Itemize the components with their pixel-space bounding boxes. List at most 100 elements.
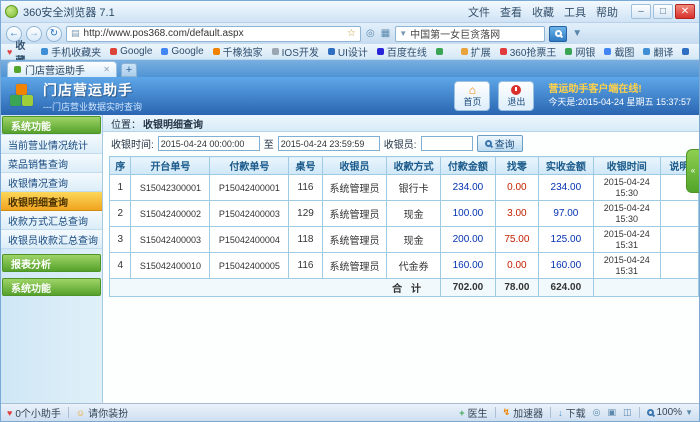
table-cell: S15042400002 [131, 201, 210, 227]
refresh-button[interactable]: ↻ [46, 26, 62, 42]
menu-item-0[interactable]: 文件 [468, 4, 490, 20]
menu-item-1[interactable]: 查看 [500, 4, 522, 20]
column-header: 开台单号 [131, 157, 210, 175]
more-menu-icon[interactable]: ▼ [571, 28, 583, 39]
sidebar-section-header-2[interactable]: 系统功能 [2, 278, 101, 296]
home-button[interactable]: ⌂ 首页 [454, 81, 490, 111]
status-bar: ♥0个小助手 ☺请你装扮 +医生 ↯加速器 ↓下载 ◎ ▣ ◫ 100% ▼ [1, 403, 699, 421]
sidebar-item[interactable]: 收银明细查询 [1, 192, 102, 211]
minimize-button[interactable]: – [631, 4, 651, 19]
tab-active[interactable]: 门店营运助手 ✕ [7, 61, 117, 77]
power-icon [511, 85, 521, 95]
search-engine-dropdown-icon[interactable]: ▼ [399, 29, 407, 38]
bookmark-item[interactable]: IOS开发 [272, 44, 319, 59]
bookmark-favicon-icon [500, 48, 507, 55]
time-from-input[interactable] [158, 136, 260, 151]
bookmark-item[interactable]: 游戏 [682, 44, 693, 59]
sidebar-item[interactable]: 收款方式汇总查询 [1, 211, 102, 230]
bookmark-item[interactable]: 百度在线 [377, 44, 427, 59]
maximize-button[interactable]: □ [653, 4, 673, 19]
url-text[interactable]: http://www.pos368.com/default.aspx [84, 28, 244, 39]
column-header: 实收金额 [538, 157, 593, 175]
table-cell: 0.00 [495, 253, 538, 279]
web-app: 门店营运助手 ---门店营业数据实时查询 ⌂ 首页 退出 营运助手客户端在线! … [1, 77, 699, 403]
sidebar-section-header-0[interactable]: 系统功能 [2, 116, 101, 134]
table-cell: 160.00 [440, 253, 495, 279]
status-item[interactable]: ♥0个小助手 [7, 405, 61, 420]
new-tab-button[interactable]: + [121, 63, 137, 77]
bookmark-item[interactable]: Google [110, 46, 152, 57]
status-item-label: 下载 [566, 405, 586, 420]
camera-icon[interactable]: ◎ [593, 407, 601, 418]
sidebar-item[interactable]: 当前营业情况统计 [1, 135, 102, 154]
online-status: 营运助手客户端在线! [548, 84, 691, 97]
bookmark-label: 手机收藏夹 [51, 44, 101, 59]
table-cell: 4 [110, 253, 131, 279]
tools-icon[interactable]: ▣ [607, 407, 616, 418]
menu-item-3[interactable]: 工具 [564, 4, 586, 20]
bookmark-item[interactable]: 截图 [604, 44, 634, 59]
table-row[interactable]: 2S15042400002P15042400003129系统管理员现金100.0… [110, 201, 699, 227]
url-box[interactable]: ▤ http://www.pos368.com/default.aspx ☆ [66, 26, 361, 42]
table-row[interactable]: 3S15042400003P15042400004118系统管理员现金200.0… [110, 227, 699, 253]
bookmark-item[interactable]: Google [161, 46, 203, 57]
menu-item-4[interactable]: 帮助 [596, 4, 618, 20]
search-button[interactable] [549, 26, 567, 42]
status-item[interactable]: ↯加速器 [503, 405, 544, 420]
query-search-icon [485, 140, 492, 147]
bookmark-item[interactable]: 翻译 [643, 44, 673, 59]
screenshot-icon[interactable]: ◎ [365, 28, 376, 39]
sidebar-item[interactable]: 收银情况查询 [1, 173, 102, 192]
bookmark-favicon-icon [110, 48, 117, 55]
time-to-input[interactable] [278, 136, 380, 151]
status-item[interactable]: ↓下载 [558, 405, 586, 420]
bookmark-label: 截图 [614, 44, 634, 59]
favorite-star-icon[interactable]: ☆ [347, 28, 356, 39]
status-item[interactable]: ☺请你装扮 [76, 405, 128, 420]
table-cell [660, 227, 698, 253]
bookmark-label: 千橡独家 [223, 44, 263, 59]
table-cell: 系统管理员 [322, 175, 386, 201]
sidebar-item[interactable]: 收银员收款汇总查询 [1, 230, 102, 249]
status-item[interactable]: +医生 [459, 405, 487, 420]
menu-bar: 文件查看收藏工具帮助 [468, 4, 618, 20]
cashier-input[interactable] [421, 136, 473, 151]
column-header: 序 [110, 157, 131, 175]
zoom-control[interactable]: 100% ▼ [647, 407, 694, 418]
search-box[interactable]: ▼ 中国第一女巨贪落网 [395, 26, 545, 42]
bookmark-item[interactable]: 千橡独家 [213, 44, 263, 59]
table-cell: 2015-04-24 15:31 [593, 253, 660, 279]
table-row[interactable]: 4S15042400010P15042400005116系统管理员代金券160.… [110, 253, 699, 279]
cashier-label: 收银员: [384, 136, 417, 151]
bookmark-item[interactable]: 扩展 [461, 44, 491, 59]
column-header: 收银员 [322, 157, 386, 175]
table-row[interactable]: 1S15042300001P15042400001116系统管理员银行卡234.… [110, 175, 699, 201]
apps-icon[interactable]: ▦ [380, 28, 391, 39]
exit-button[interactable]: 退出 [498, 81, 534, 111]
tab-close-icon[interactable]: ✕ [103, 65, 110, 74]
status-right-group: +医生 ↯加速器 ↓下载 [459, 405, 585, 420]
side-panel-handle[interactable]: « [686, 149, 699, 193]
status-item-icon: ♥ [7, 408, 12, 418]
bookmark-item[interactable]: TableVi [436, 46, 445, 57]
bookmark-favicon-icon [604, 48, 611, 55]
bookmark-item[interactable]: 网银 [565, 44, 595, 59]
sidebar-item[interactable]: 菜品销售查询 [1, 154, 102, 173]
bookmark-label: 扩展 [471, 44, 491, 59]
search-input[interactable]: 中国第一女巨贪落网 [410, 26, 500, 41]
close-button[interactable]: ✕ [675, 4, 695, 19]
bookmark-item[interactable]: 360抢票王 [500, 44, 557, 59]
table-cell: 125.00 [538, 227, 593, 253]
home-icon: ⌂ [469, 85, 476, 95]
sidebar-section-header-1[interactable]: 报表分析 [2, 254, 101, 272]
table-cell: 系统管理员 [322, 227, 386, 253]
query-button[interactable]: 查询 [477, 135, 523, 152]
message-icon[interactable]: ◫ [623, 407, 632, 418]
table-cell: 2015-04-24 15:30 [593, 175, 660, 201]
app-title: 门店营运助手 [43, 80, 142, 100]
bookmark-item[interactable]: UI设计 [328, 44, 368, 59]
bookmark-favicon-icon [328, 48, 335, 55]
bookmark-item[interactable]: 手机收藏夹 [41, 44, 101, 59]
menu-item-2[interactable]: 收藏 [532, 4, 554, 20]
bookmark-label: UI设计 [338, 44, 368, 59]
